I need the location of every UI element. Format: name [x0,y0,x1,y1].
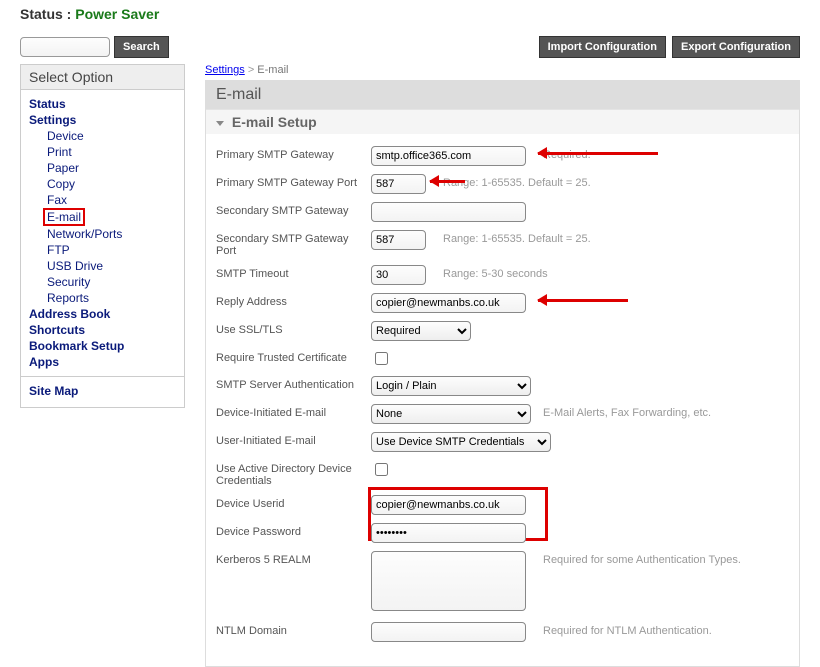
export-config-button[interactable]: Export Configuration [672,36,800,58]
status-value: Power Saver [75,6,159,22]
sidebar: Select Option Status Settings Device Pri… [20,64,185,408]
device-userid-input[interactable] [371,495,526,515]
hint-primary-gateway: Required. [531,146,591,161]
label-require-trusted: Require Trusted Certificate [216,349,371,364]
sidebar-item-network[interactable]: Network/Ports [21,226,184,242]
label-device-initiated: Device-Initiated E-mail [216,404,371,419]
user-initiated-select[interactable]: Use Device SMTP Credentials [371,432,551,452]
sidebar-item-sitemap[interactable]: Site Map [21,383,184,399]
annotation-arrow-icon [538,294,638,306]
sidebar-item-print[interactable]: Print [21,144,184,160]
sidebar-item-device[interactable]: Device [21,128,184,144]
sidebar-item-ftp[interactable]: FTP [21,242,184,258]
panel-section[interactable]: E-mail Setup [206,109,799,134]
reply-address-input[interactable] [371,293,526,313]
search-input[interactable] [20,37,110,57]
label-primary-gateway: Primary SMTP Gateway [216,146,371,161]
panel-section-label: E-mail Setup [232,114,317,130]
use-ad-checkbox[interactable] [375,463,388,476]
sidebar-item-status[interactable]: Status [21,96,184,112]
label-device-userid: Device Userid [216,495,371,510]
sidebar-item-address-book[interactable]: Address Book [21,306,184,322]
hint-smtp-timeout: Range: 5-30 seconds [431,265,548,280]
sidebar-item-fax[interactable]: Fax [21,192,184,208]
sidebar-item-settings[interactable]: Settings [21,112,184,128]
label-primary-port: Primary SMTP Gateway Port [216,174,371,189]
hint-secondary-port: Range: 1-65535. Default = 25. [431,230,591,245]
status-label: Status : [20,6,71,22]
require-trusted-checkbox[interactable] [375,352,388,365]
sidebar-item-reports[interactable]: Reports [21,290,184,306]
label-secondary-port: Secondary SMTP Gateway Port [216,230,371,257]
label-smtp-timeout: SMTP Timeout [216,265,371,280]
label-kerberos: Kerberos 5 REALM [216,551,371,566]
kerberos-input[interactable] [371,551,526,611]
sidebar-item-email[interactable]: E-mail [43,208,85,226]
primary-gateway-input[interactable] [371,146,526,166]
hint-primary-port: Range: 1-65535. Default = 25. [431,174,591,189]
label-device-password: Device Password [216,523,371,538]
label-use-ad: Use Active Directory Device Credentials [216,460,371,487]
label-secondary-gateway: Secondary SMTP Gateway [216,202,371,217]
collapse-icon [216,121,224,126]
label-user-initiated: User-Initiated E-mail [216,432,371,447]
sidebar-item-apps[interactable]: Apps [21,354,184,370]
device-password-input[interactable] [371,523,526,543]
sidebar-header: Select Option [21,65,184,90]
sidebar-item-copy[interactable]: Copy [21,176,184,192]
device-initiated-select[interactable]: None [371,404,531,424]
hint-ntlm: Required for NTLM Authentication. [531,622,712,637]
import-config-button[interactable]: Import Configuration [539,36,666,58]
sidebar-item-shortcuts[interactable]: Shortcuts [21,322,184,338]
hint-kerberos: Required for some Authentication Types. [531,551,741,566]
ntlm-input[interactable] [371,622,526,642]
use-ssl-select[interactable]: Required [371,321,471,341]
sidebar-item-usb[interactable]: USB Drive [21,258,184,274]
secondary-port-input[interactable] [371,230,426,250]
label-ntlm: NTLM Domain [216,622,371,637]
label-use-ssl: Use SSL/TLS [216,321,371,336]
sidebar-item-security[interactable]: Security [21,274,184,290]
smtp-auth-select[interactable]: Login / Plain [371,376,531,396]
smtp-timeout-input[interactable] [371,265,426,285]
primary-port-input[interactable] [371,174,426,194]
panel-title: E-mail [206,81,799,109]
sidebar-item-paper[interactable]: Paper [21,160,184,176]
breadcrumb: Settings > E-mail [205,62,800,80]
label-smtp-auth: SMTP Server Authentication [216,376,371,391]
sidebar-item-bookmark[interactable]: Bookmark Setup [21,338,184,354]
breadcrumb-current: E-mail [257,64,288,76]
label-reply-address: Reply Address [216,293,371,308]
breadcrumb-root[interactable]: Settings [205,64,245,76]
secondary-gateway-input[interactable] [371,202,526,222]
search-button[interactable]: Search [114,36,169,58]
hint-device-initiated: E-Mail Alerts, Fax Forwarding, etc. [531,404,711,419]
